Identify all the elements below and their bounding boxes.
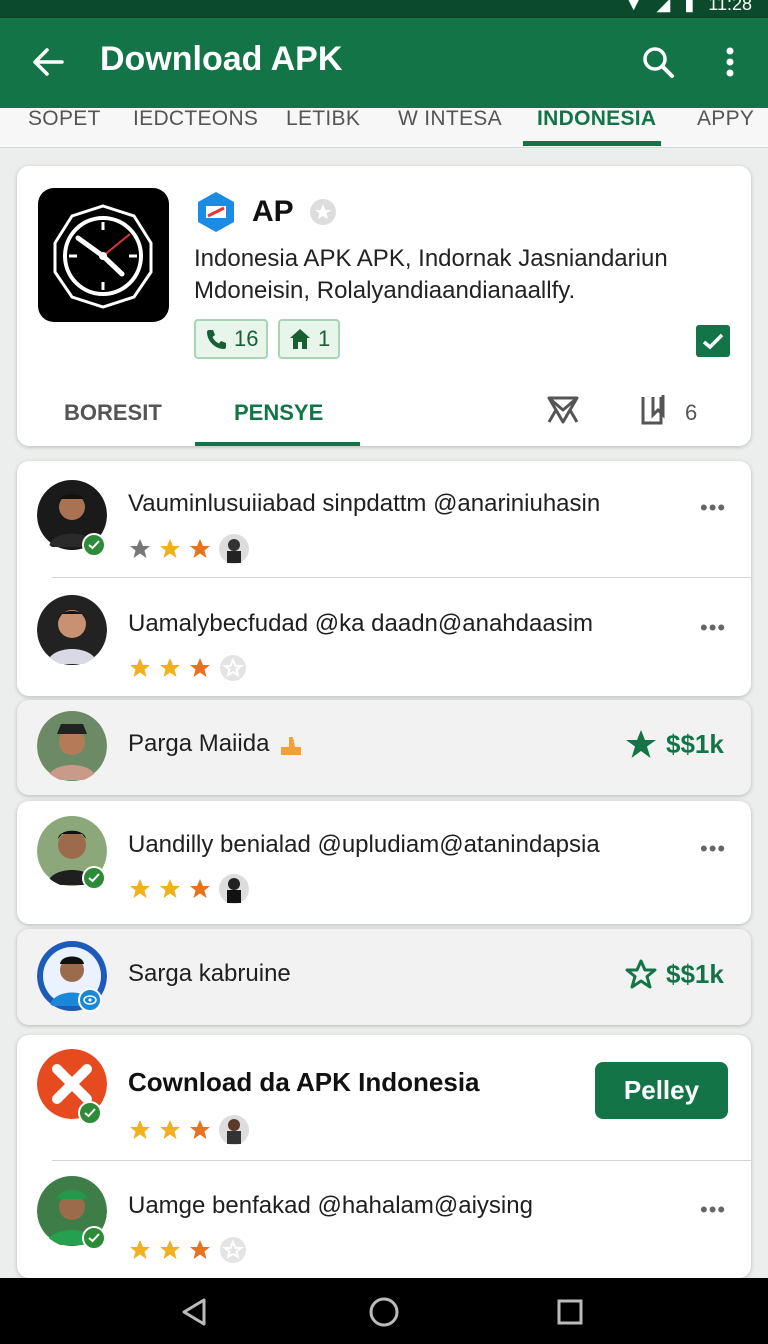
divider	[52, 1160, 751, 1161]
star-icon	[160, 1240, 180, 1259]
home-icon	[290, 329, 310, 349]
review-text: Uandilly benialad @upludiam@atanindapsia	[128, 831, 600, 858]
verified-check-icon	[82, 533, 106, 557]
star-icon	[130, 1120, 150, 1139]
app-name: AP	[252, 195, 294, 228]
avatar[interactable]	[37, 594, 107, 666]
star-filled-icon	[626, 730, 656, 758]
more-options-icon[interactable]: •••	[700, 836, 726, 862]
mini-avatar	[219, 874, 249, 904]
check-icon	[702, 333, 724, 350]
list-item-title: Parga Maiida	[128, 730, 305, 758]
mini-avatar	[219, 1115, 249, 1145]
tab-appy[interactable]: APPY	[697, 108, 754, 147]
more-options-icon[interactable]: •••	[700, 615, 726, 641]
battery-icon: ▮	[684, 0, 695, 14]
star-icon	[160, 879, 180, 898]
wifi-icon: ▼	[624, 0, 643, 14]
price-tag: $$1k	[624, 728, 724, 760]
share-icon[interactable]	[544, 392, 582, 428]
tab-iedcteons[interactable]: IEDCTEONS	[133, 108, 258, 147]
empty-star-badge-icon	[220, 655, 246, 681]
review-text: Vauminlusuiiabad sinpdattm @anariniuhasi…	[128, 490, 601, 517]
tab-indicator	[523, 141, 661, 146]
star-icon	[190, 1240, 210, 1259]
back-arrow-icon[interactable]	[26, 40, 70, 84]
nav-home-icon[interactable]	[366, 1295, 402, 1329]
installed-checkbox[interactable]	[696, 325, 730, 357]
app-name-row: AP	[194, 190, 338, 234]
play-button[interactable]: Pelley	[595, 1062, 728, 1119]
tab-wintesa[interactable]: W INTESA	[398, 108, 502, 147]
app-bar: Download APK	[0, 18, 768, 108]
verified-check-icon	[82, 1226, 106, 1250]
status-time: 11:28	[708, 0, 752, 14]
subtab-indicator	[195, 442, 360, 446]
system-nav-bar	[0, 1278, 768, 1344]
page-title: Download APK	[100, 40, 343, 78]
rating-stars	[128, 873, 250, 905]
star-icon	[160, 539, 180, 558]
empty-star-badge-icon	[220, 1237, 246, 1263]
star-outline-icon	[625, 959, 657, 989]
star-icon	[190, 658, 210, 677]
tab-letibk[interactable]: LETIBK	[286, 108, 360, 147]
verified-check-icon	[78, 1101, 102, 1125]
home-chip[interactable]: 1	[278, 319, 341, 359]
search-icon[interactable]	[636, 40, 680, 84]
clock-app-icon[interactable]	[38, 188, 169, 322]
signal-icon: ◢	[656, 0, 671, 14]
list-item-title: Sarga kabruine	[128, 960, 291, 987]
divider	[52, 577, 751, 578]
thumb-icon	[281, 737, 302, 755]
star-icon	[160, 658, 180, 677]
app-description: Indonesia APK APK, Indornak Jasniandariu…	[194, 245, 668, 304]
subtab-pensye[interactable]: PENSYE	[234, 400, 323, 426]
star-icon	[190, 1120, 210, 1139]
bookmark-icon[interactable]	[636, 392, 670, 428]
phone-icon	[207, 330, 226, 349]
star-icon	[130, 658, 150, 677]
calls-chip[interactable]: 16	[194, 319, 269, 359]
avatar[interactable]	[37, 710, 107, 782]
list-item[interactable]	[17, 801, 751, 924]
nav-recents-icon[interactable]	[552, 1295, 588, 1329]
star-icon	[160, 1120, 180, 1139]
star-icon	[130, 539, 150, 558]
promo-title: Cownload da APK Indonesia	[128, 1067, 480, 1097]
eye-badge-icon	[78, 988, 102, 1012]
mini-avatar	[219, 534, 249, 564]
rating-stars	[128, 653, 248, 683]
share-count: 6	[685, 400, 698, 425]
star-icon	[190, 879, 210, 898]
tab-sopet[interactable]: SOPET	[28, 108, 101, 147]
star-icon	[130, 1240, 150, 1259]
nav-back-icon[interactable]	[176, 1295, 212, 1329]
subtab-boresit[interactable]: BORESIT	[64, 400, 162, 426]
star-icon	[130, 879, 150, 898]
price-tag: $$1k	[624, 958, 724, 990]
review-text: Uamalybecfudad @ka daadn@anahdaasim	[128, 610, 594, 637]
verified-badge-icon	[309, 199, 336, 225]
star-icon	[190, 539, 210, 558]
review-text: Uamge benfakad @hahalam@aiysing	[128, 1192, 533, 1219]
verified-check-icon	[82, 866, 106, 890]
app-badge-icon	[198, 192, 234, 232]
rating-stars	[128, 1114, 250, 1146]
more-options-icon[interactable]: •••	[700, 495, 726, 521]
rating-stars	[128, 533, 250, 565]
more-options-icon[interactable]: •••	[700, 1197, 726, 1223]
more-vert-icon[interactable]	[712, 40, 748, 84]
status-bar: ▼ ◢ ▮ 11:28	[0, 0, 768, 18]
rating-stars	[128, 1235, 248, 1265]
